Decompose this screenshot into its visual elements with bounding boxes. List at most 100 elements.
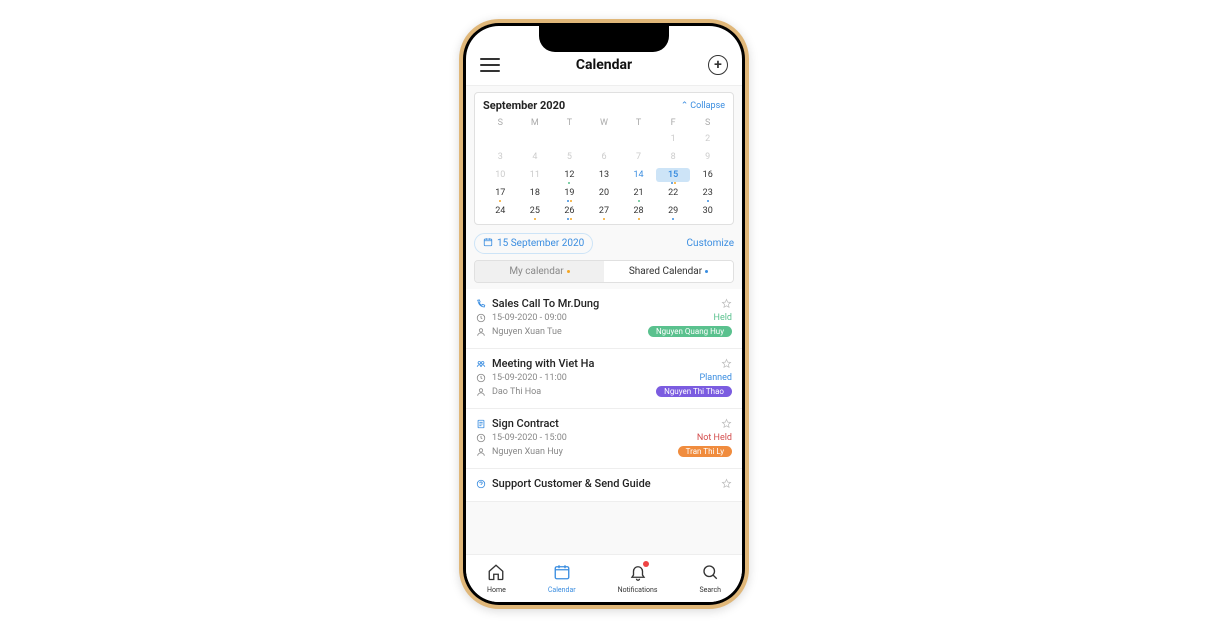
dow-cell: F <box>656 118 691 128</box>
contract-icon <box>476 419 486 429</box>
day-cell[interactable]: 19 <box>552 186 587 200</box>
day-cell[interactable]: 27 <box>587 204 622 218</box>
event-list: Sales Call To Mr.Dung 15-09-2020 - 09:00 H… <box>466 289 742 554</box>
page-title: Calendar <box>576 57 632 73</box>
tab-search[interactable]: Search <box>699 563 721 594</box>
day-cell[interactable]: 2 <box>690 132 725 146</box>
customize-link[interactable]: Customize <box>687 238 734 249</box>
day-cell[interactable]: 13 <box>587 168 622 182</box>
calendar-widget: September 2020 ⌃ Collapse SMTWTFS 123456… <box>474 92 734 225</box>
clock-icon <box>476 433 486 443</box>
dow-cell: W <box>587 118 622 128</box>
calendar-icon <box>553 563 571 585</box>
dow-cell: T <box>552 118 587 128</box>
day-cell[interactable]: 30 <box>690 204 725 218</box>
day-cell[interactable]: 15 <box>656 168 691 182</box>
event-person: Nguyen Xuan Huy <box>492 447 672 457</box>
day-cell[interactable]: 8 <box>656 150 691 164</box>
day-cell[interactable]: 18 <box>518 186 553 200</box>
home-icon <box>487 563 505 585</box>
segment-my-calendar[interactable]: My calendar <box>475 261 604 282</box>
add-button[interactable]: + <box>708 55 728 75</box>
dow-cell: S <box>483 118 518 128</box>
phone-inner: Calendar + September 2020 ⌃ Collapse SMT… <box>463 23 745 605</box>
date-chip[interactable]: 15 September 2020 <box>474 233 593 254</box>
days-grid: 1234567891011121314151617181920212223242… <box>483 132 725 218</box>
day-cell[interactable]: 25 <box>518 204 553 218</box>
dow-cell: S <box>690 118 725 128</box>
event-item[interactable]: Support Customer & Send Guide <box>466 469 742 502</box>
meeting-icon <box>476 359 486 369</box>
day-cell[interactable]: 21 <box>621 186 656 200</box>
event-title: Support Customer & Send Guide <box>492 477 715 490</box>
event-status: Planned <box>699 373 732 383</box>
day-cell[interactable]: 26 <box>552 204 587 218</box>
segment-shared-calendar[interactable]: Shared Calendar <box>604 261 733 282</box>
day-of-week-row: SMTWTFS <box>483 118 725 128</box>
tab-home[interactable]: Home <box>487 563 506 594</box>
collapse-button[interactable]: ⌃ Collapse <box>681 101 725 111</box>
event-time: 15-09-2020 - 15:00 <box>492 433 691 443</box>
phone-icon <box>476 299 486 309</box>
day-cell[interactable]: 7 <box>621 150 656 164</box>
event-status: Not Held <box>697 433 732 443</box>
dow-cell: T <box>621 118 656 128</box>
content: September 2020 ⌃ Collapse SMTWTFS 123456… <box>466 86 742 554</box>
assignee-pill: Nguyen Thi Thao <box>656 386 732 397</box>
day-cell[interactable]: 11 <box>518 168 553 182</box>
event-title: Sales Call To Mr.Dung <box>492 297 715 310</box>
day-cell[interactable]: 12 <box>552 168 587 182</box>
day-cell[interactable]: 6 <box>587 150 622 164</box>
day-cell[interactable]: 29 <box>656 204 691 218</box>
search-icon <box>701 563 719 585</box>
menu-icon[interactable] <box>480 58 500 72</box>
clock-icon <box>476 313 486 323</box>
badge <box>643 561 649 567</box>
dow-cell: M <box>518 118 553 128</box>
star-icon[interactable] <box>721 298 732 309</box>
day-cell[interactable]: 3 <box>483 150 518 164</box>
collapse-icon: ⌃ <box>681 101 689 111</box>
event-time: 15-09-2020 - 09:00 <box>492 313 708 323</box>
day-cell[interactable]: 14 <box>621 168 656 182</box>
phone-frame: Calendar + September 2020 ⌃ Collapse SMT… <box>459 19 749 609</box>
event-person: Nguyen Xuan Tue <box>492 327 642 337</box>
day-cell <box>587 132 622 146</box>
tab-label: Home <box>487 586 506 594</box>
day-cell[interactable]: 17 <box>483 186 518 200</box>
segment-control: My calendar Shared Calendar <box>474 260 734 283</box>
day-cell[interactable]: 23 <box>690 186 725 200</box>
screen: Calendar + September 2020 ⌃ Collapse SMT… <box>466 26 742 602</box>
day-cell[interactable]: 28 <box>621 204 656 218</box>
assignee-pill: Nguyen Quang Huy <box>648 326 732 337</box>
event-item[interactable]: Meeting with Viet Ha 15-09-2020 - 11:00 Pl… <box>466 349 742 409</box>
calendar-icon <box>483 237 493 250</box>
controls-row: 15 September 2020 Customize <box>474 233 734 254</box>
tab-bar: Home Calendar Notifications Search <box>466 554 742 602</box>
star-icon[interactable] <box>721 478 732 489</box>
tab-label: Notifications <box>618 586 658 594</box>
day-cell[interactable]: 20 <box>587 186 622 200</box>
tab-label: Calendar <box>548 586 576 594</box>
star-icon[interactable] <box>721 418 732 429</box>
event-status: Held <box>714 313 732 323</box>
tab-calendar[interactable]: Calendar <box>548 563 576 594</box>
day-cell[interactable]: 9 <box>690 150 725 164</box>
day-cell[interactable]: 22 <box>656 186 691 200</box>
day-cell[interactable]: 24 <box>483 204 518 218</box>
day-cell[interactable]: 10 <box>483 168 518 182</box>
tab-label: Search <box>699 586 721 594</box>
day-cell <box>621 132 656 146</box>
event-item[interactable]: Sales Call To Mr.Dung 15-09-2020 - 09:00 H… <box>466 289 742 349</box>
day-cell[interactable]: 1 <box>656 132 691 146</box>
event-title: Meeting with Viet Ha <box>492 357 715 370</box>
event-item[interactable]: Sign Contract15-09-2020 - 15:00Not HeldN… <box>466 409 742 469</box>
day-cell[interactable]: 4 <box>518 150 553 164</box>
star-icon[interactable] <box>721 358 732 369</box>
tab-notifications[interactable]: Notifications <box>618 563 658 594</box>
event-time: 15-09-2020 - 11:00 <box>492 373 693 383</box>
clock-icon <box>476 373 486 383</box>
day-cell <box>483 132 518 146</box>
day-cell[interactable]: 5 <box>552 150 587 164</box>
day-cell[interactable]: 16 <box>690 168 725 182</box>
